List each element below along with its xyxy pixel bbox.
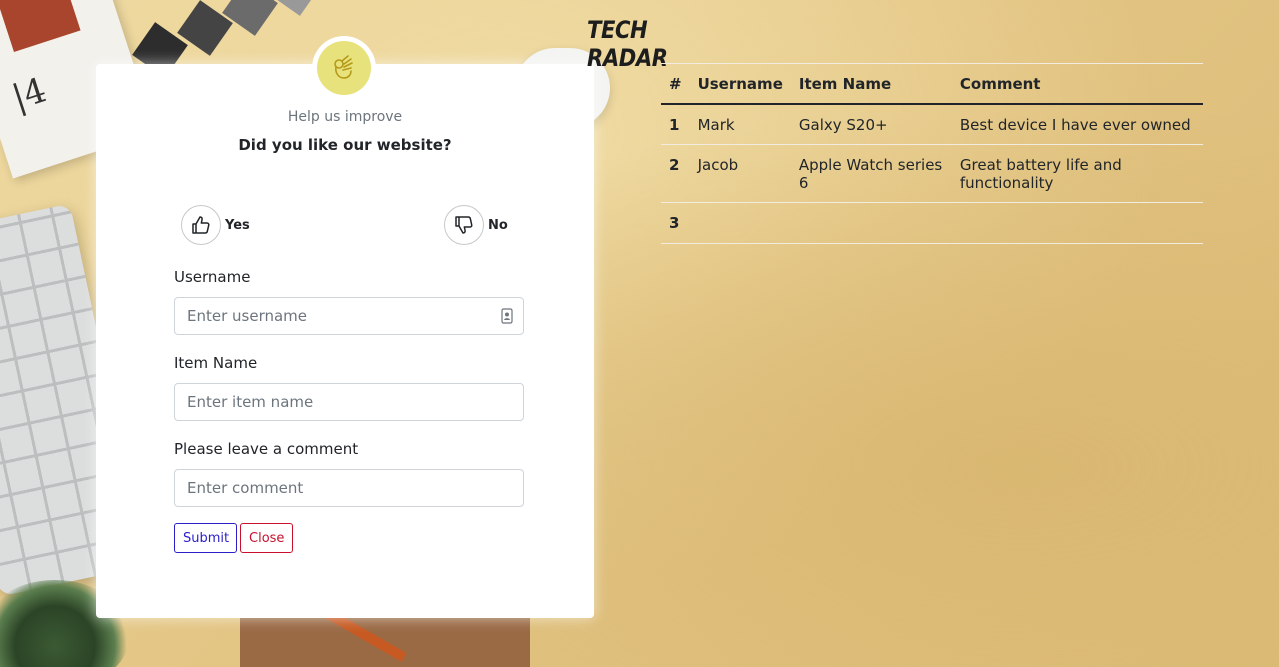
notebook-decoration <box>240 610 530 667</box>
row-comment: Best device I have ever owned <box>951 103 1203 145</box>
row-username <box>689 202 791 244</box>
color-swatch-decoration <box>222 0 278 36</box>
row-number: 2 <box>661 144 690 203</box>
table-row: 1 Mark Galxy S20+ Best device I have eve… <box>661 103 1203 145</box>
row-item-name: Galxy S20+ <box>790 103 952 145</box>
yes-label[interactable]: Yes <box>225 218 250 233</box>
row-comment: Great battery life and functionality <box>951 144 1203 203</box>
contact-card-icon <box>500 308 514 324</box>
username-label: Username <box>174 268 251 286</box>
thumbs-up-icon[interactable] <box>181 205 221 245</box>
no-label[interactable]: No <box>488 218 508 233</box>
row-username: Mark <box>689 103 791 145</box>
emoji-badge <box>312 36 376 100</box>
submit-button[interactable]: Submit <box>174 523 237 553</box>
column-header-number: # <box>661 63 690 105</box>
yes-vote-button[interactable]: Yes <box>181 205 250 245</box>
row-comment <box>951 202 1203 244</box>
ok-hand-icon <box>317 41 371 95</box>
column-header-comment: Comment <box>951 63 1203 105</box>
column-header-item-name: Item Name <box>790 63 952 105</box>
table-header-row: # Username Item Name Comment <box>661 63 1203 105</box>
column-header-username: Username <box>689 63 791 105</box>
row-item-name: Apple Watch series 6 <box>790 144 952 203</box>
row-number: 1 <box>661 103 690 145</box>
item-name-label: Item Name <box>174 354 258 372</box>
table-row: 3 <box>661 202 1203 244</box>
item-name-input[interactable] <box>174 383 524 421</box>
table-row: 2 Jacob Apple Watch series 6 Great batte… <box>661 144 1203 203</box>
thumbs-down-icon[interactable] <box>444 205 484 245</box>
comment-label: Please leave a comment <box>174 440 359 458</box>
comment-input[interactable] <box>174 469 524 507</box>
feedback-question: Did you like our website? <box>238 136 452 154</box>
help-text: Help us improve <box>287 109 403 125</box>
close-button[interactable]: Close <box>240 523 293 553</box>
username-input[interactable] <box>174 297 524 335</box>
row-item-name <box>790 202 952 244</box>
row-username: Jacob <box>689 144 791 203</box>
reviews-table: # Username Item Name Comment 1 Mark Galx… <box>661 63 1203 244</box>
magazine-glyph: |4 <box>7 70 52 119</box>
row-number: 3 <box>661 202 690 244</box>
no-vote-button[interactable]: No <box>444 205 508 245</box>
